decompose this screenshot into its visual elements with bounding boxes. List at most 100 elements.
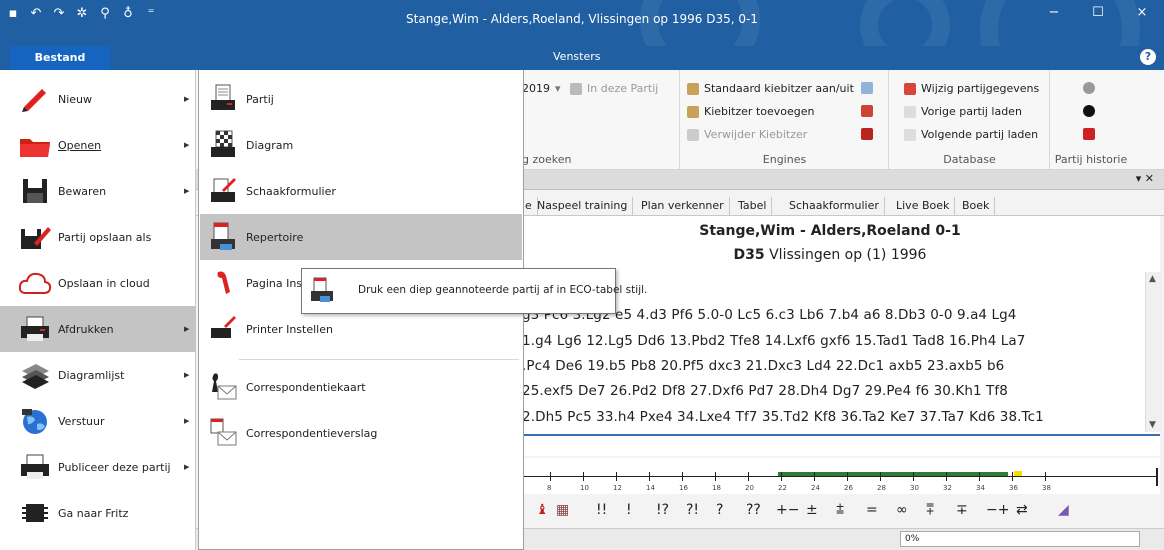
- submenu-item-schaakformulier[interactable]: Schaakformulier: [200, 168, 522, 214]
- menu-item-verstuur[interactable]: Verstuur ▶: [0, 398, 196, 444]
- close-button[interactable]: ×: [1120, 0, 1164, 30]
- tab-vensters[interactable]: Vensters: [553, 50, 600, 63]
- submenu-item-correspondentieverslag[interactable]: Correspondentieverslag: [200, 410, 522, 456]
- annotation-symbol[interactable]: ∞: [896, 502, 908, 518]
- kiebitzer-toevoegen-button[interactable]: Kiebitzer toevoegen: [687, 105, 815, 118]
- eval-tick-label: 30: [910, 484, 919, 492]
- notation-scrollbar[interactable]: ▲ ▼: [1145, 272, 1162, 432]
- eval-tick-label: 12: [613, 484, 622, 492]
- engine-icon-1[interactable]: [861, 82, 873, 94]
- eval-tick-label: 14: [646, 484, 655, 492]
- eval-tick-label: 36: [1009, 484, 1018, 492]
- eval-tick-mark: [847, 472, 848, 481]
- filter-icon: [570, 82, 582, 95]
- menu-item-afdrukken[interactable]: Afdrukken ▶: [0, 306, 196, 352]
- menu-item-nieuw[interactable]: Nieuw ▶: [0, 76, 196, 122]
- eval-tick-label: 32: [943, 484, 952, 492]
- volgende-partij-button[interactable]: Volgende partij laden: [904, 128, 1038, 141]
- history-icon: [1083, 82, 1095, 94]
- engine-icon-2[interactable]: [861, 105, 873, 117]
- scroll-up-icon[interactable]: ▲: [1149, 274, 1156, 284]
- evaluation-graph[interactable]: 8 10 12 14 16 18 20 22 24 26 28 30 32 34 36 38: [520, 458, 1160, 494]
- submenu-item-repertoire[interactable]: Repertoire: [200, 214, 522, 260]
- eraser-icon[interactable]: ◢: [1058, 502, 1069, 518]
- annotation-symbol[interactable]: ∓: [956, 502, 968, 518]
- year-select[interactable]: 2019 ▾: [522, 82, 561, 95]
- progress-bar: 0%: [900, 531, 1140, 547]
- verwijder-kiebitzer-button[interactable]: Verwijder Kiebitzer: [687, 128, 807, 141]
- wijzig-partijgegevens-button[interactable]: Wijzig partijgegevens: [904, 82, 1039, 95]
- in-deze-partij-button[interactable]: In deze Partij: [570, 82, 658, 95]
- history-button-3[interactable]: [1083, 128, 1095, 140]
- submenu-item-correspondentiekaart[interactable]: Correspondentiekaart: [200, 364, 522, 410]
- print-form-icon: [211, 178, 236, 202]
- ribbon-group-label: Engines: [762, 153, 807, 166]
- menu-item-partij-opslaan-als[interactable]: Partij opslaan als: [0, 214, 196, 260]
- tab-plan-verkenner[interactable]: Plan verkenner: [636, 197, 730, 215]
- submenu-arrow-icon: ▶: [184, 325, 190, 333]
- history-button-2[interactable]: [1083, 105, 1095, 117]
- move-line[interactable]: 1.g4 Lg6 12.Lg5 Dd6 13.Pbd2 Tfe8 14.Lxf6…: [522, 333, 1025, 349]
- engine-icon: [861, 82, 873, 94]
- annotation-symbol[interactable]: ⇄: [1016, 502, 1028, 518]
- menu-label: Partij opslaan als: [58, 230, 152, 244]
- menu-item-openen[interactable]: Openen ▶: [0, 122, 196, 168]
- submenu-item-partij[interactable]: Partij: [200, 76, 522, 122]
- annotation-symbol[interactable]: =: [866, 502, 878, 518]
- tab-naspeel-training[interactable]: Naspeel training: [532, 197, 634, 215]
- minimize-button[interactable]: −: [1032, 0, 1076, 30]
- tab-tabel[interactable]: Tabel: [733, 197, 773, 215]
- history-button-1[interactable]: [1083, 82, 1095, 94]
- maximize-button[interactable]: ☐: [1076, 0, 1120, 30]
- game-subtitle: D35 Vlissingen op (1) 1996: [520, 247, 1140, 263]
- annotation-symbol[interactable]: ?!: [686, 502, 699, 518]
- scroll-down-icon[interactable]: ▼: [1149, 420, 1156, 430]
- submenu-arrow-icon: ▶: [184, 417, 190, 425]
- ribbon-group-label: Database: [943, 153, 996, 166]
- vorige-partij-label: Vorige partij laden: [921, 105, 1022, 118]
- annotation-symbol[interactable]: !?: [656, 502, 669, 518]
- move-line[interactable]: 25.exf5 De7 26.Pd2 Df8 27.Dxf6 Pd7 28.Dh…: [522, 383, 1008, 399]
- menu-item-diagramlijst[interactable]: Diagramlijst ▶: [0, 352, 196, 398]
- menu-item-publiceer[interactable]: Publiceer deze partij ▶: [0, 444, 196, 490]
- move-line[interactable]: 2.Dh5 Pc5 33.h4 Pxe4 34.Lxe4 Tf7 35.Td2 …: [522, 409, 1044, 425]
- move-line[interactable]: .Pc4 De6 19.b5 Pb8 20.Pf5 dxc3 21.Dxc3 L…: [522, 358, 1004, 374]
- print-repertoire-icon: [211, 222, 235, 250]
- help-icon[interactable]: ?: [1140, 49, 1156, 65]
- standaard-kiebitzer-button[interactable]: Standaard kiebitzer aan/uit: [687, 82, 854, 95]
- file-menu-left: Nieuw ▶ Openen ▶ Bewaren ▶ Partij opslaan a…: [0, 70, 196, 550]
- tab-live-boek[interactable]: Live Boek: [891, 197, 956, 215]
- menu-label: Ga naar Fritz: [58, 506, 129, 520]
- menu-item-ga-naar-fritz[interactable]: Ga naar Fritz: [0, 490, 196, 536]
- annotation-symbol[interactable]: ??: [746, 502, 761, 518]
- annotation-symbol[interactable]: +−: [776, 502, 799, 518]
- eval-tick-mark: [1012, 472, 1013, 481]
- engine-icon: [861, 105, 873, 117]
- tab-boek[interactable]: Boek: [957, 197, 996, 215]
- menu-item-opslaan-in-cloud[interactable]: Opslaan in cloud: [0, 260, 196, 306]
- panel-close-icon[interactable]: ▾ ✕: [1136, 172, 1154, 185]
- annotation-symbol[interactable]: ⩱: [926, 502, 934, 518]
- tab-bestand[interactable]: Bestand: [10, 46, 110, 70]
- eval-tick-mark: [814, 472, 815, 481]
- menu-item-bewaren[interactable]: Bewaren ▶: [0, 168, 196, 214]
- annotation-symbol[interactable]: !: [626, 502, 632, 518]
- cloud-icon: [18, 272, 52, 294]
- remove-kiebitzer-icon: [687, 128, 699, 141]
- board-icon[interactable]: ▦: [556, 502, 569, 518]
- eval-end-marker: [1156, 468, 1158, 486]
- annotation-symbol[interactable]: ⩲: [836, 502, 844, 518]
- vorige-partij-button[interactable]: Vorige partij laden: [904, 105, 1022, 118]
- annotation-symbol[interactable]: ?: [716, 502, 723, 518]
- uci-icon[interactable]: [861, 128, 873, 140]
- annotation-symbol[interactable]: ±: [806, 502, 818, 518]
- previous-icon: [904, 105, 916, 118]
- submenu-item-diagram[interactable]: Diagram: [200, 122, 522, 168]
- eval-tick-label: 24: [811, 484, 820, 492]
- annotation-symbol[interactable]: !!: [596, 502, 607, 518]
- piece-icon[interactable]: ♝: [536, 502, 549, 518]
- annotation-symbol[interactable]: −+: [986, 502, 1009, 518]
- submenu-label: Repertoire: [246, 230, 304, 244]
- tab-schaakformulier[interactable]: Schaakformulier: [784, 197, 885, 215]
- uci-engine-icon: [861, 128, 873, 140]
